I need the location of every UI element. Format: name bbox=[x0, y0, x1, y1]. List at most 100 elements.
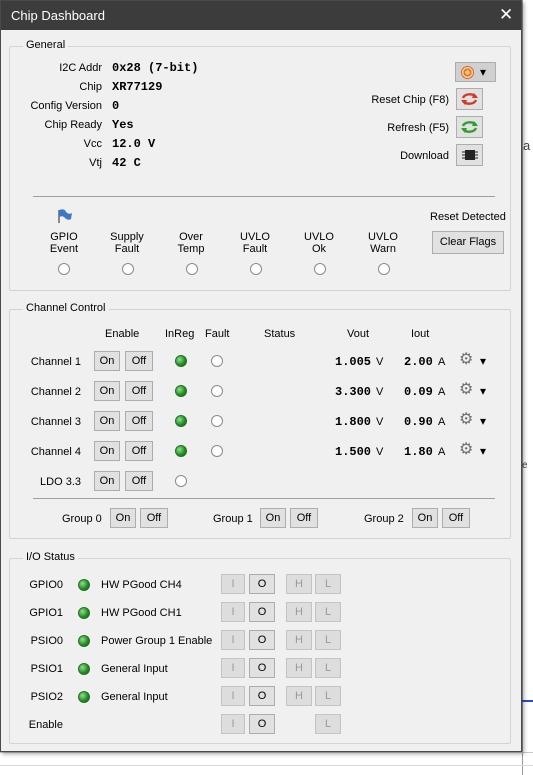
chevron-down-icon[interactable]: ▾ bbox=[480, 444, 486, 458]
group-0-label: Group 0 bbox=[62, 513, 102, 525]
group-1-off-button[interactable]: Off bbox=[290, 508, 318, 528]
chip-download-icon bbox=[462, 150, 478, 160]
io-input-button[interactable]: I bbox=[221, 574, 245, 594]
io-high-button[interactable]: H bbox=[286, 658, 312, 678]
io-input-button[interactable]: I bbox=[221, 686, 245, 706]
io-high-button[interactable]: H bbox=[286, 686, 312, 706]
io-function-label: HW PGood CH1 bbox=[101, 607, 182, 619]
io-input-button[interactable]: I bbox=[221, 714, 245, 734]
chip-label: Chip bbox=[79, 81, 102, 93]
io-input-button[interactable]: I bbox=[221, 658, 245, 678]
io-input-button[interactable]: I bbox=[221, 602, 245, 622]
flag-icon bbox=[58, 209, 72, 223]
general-divider bbox=[33, 196, 495, 197]
channel-3-settings-gear-icon[interactable]: ⚙ bbox=[459, 412, 473, 428]
chevron-down-icon[interactable]: ▾ bbox=[480, 354, 486, 368]
i2c-addr-value: 0x28 (7-bit) bbox=[112, 61, 199, 75]
ldo-on-button[interactable]: On bbox=[94, 471, 120, 491]
io-high-button[interactable]: H bbox=[286, 574, 312, 594]
close-icon[interactable]: ✕ bbox=[499, 5, 513, 25]
channel-2-vout-value: 3.300 bbox=[335, 385, 372, 399]
group-0-on-button[interactable]: On bbox=[110, 508, 136, 528]
io-low-button[interactable]: L bbox=[315, 658, 341, 678]
io-low-button[interactable]: L bbox=[315, 714, 341, 734]
background-text: e bbox=[522, 460, 528, 471]
channel-4-settings-gear-icon[interactable]: ⚙ bbox=[459, 442, 473, 458]
channel-4-vout-unit: V bbox=[376, 446, 384, 458]
vcc-label: Vcc bbox=[83, 138, 102, 150]
channel-3-fault-indicator bbox=[211, 415, 223, 427]
reset-chip-button[interactable] bbox=[456, 88, 483, 110]
background-gridline bbox=[0, 765, 533, 766]
channel-2-label: Channel 2 bbox=[30, 386, 81, 398]
group-1-label: Group 1 bbox=[213, 513, 253, 525]
channel-2-iout-unit: A bbox=[438, 386, 446, 398]
io-output-button[interactable]: O bbox=[249, 658, 275, 678]
chevron-down-icon[interactable]: ▾ bbox=[480, 414, 486, 428]
background-text: a bbox=[523, 138, 531, 153]
flag-uvlo-fault-indicator bbox=[250, 263, 262, 275]
channel-1-on-button[interactable]: On bbox=[94, 351, 120, 371]
channel-3-off-button[interactable]: Off bbox=[125, 411, 153, 431]
io-low-button[interactable]: L bbox=[315, 602, 341, 622]
io-low-button[interactable]: L bbox=[315, 686, 341, 706]
channel-2-settings-gear-icon[interactable]: ⚙ bbox=[459, 382, 473, 398]
io-pin-label: GPIO1 bbox=[29, 607, 63, 619]
channel-2-inreg-led bbox=[175, 385, 187, 397]
io-pin-label: GPIO0 bbox=[29, 579, 63, 591]
channel-1-vout-unit: V bbox=[376, 356, 384, 368]
channel-control-label: Channel Control bbox=[23, 302, 109, 314]
io-output-button[interactable]: O bbox=[249, 630, 275, 650]
download-button[interactable] bbox=[456, 144, 483, 166]
io-high-button[interactable]: H bbox=[286, 630, 312, 650]
channel-4-label: Channel 4 bbox=[30, 446, 81, 458]
channel-1-off-button[interactable]: Off bbox=[125, 351, 153, 371]
channel-3-iout-unit: A bbox=[438, 416, 446, 428]
clear-flags-button[interactable]: Clear Flags bbox=[432, 231, 504, 254]
group-2-on-button[interactable]: On bbox=[412, 508, 438, 528]
ldo-off-button[interactable]: Off bbox=[125, 471, 153, 491]
channel-1-iout-value: 2.00 bbox=[404, 355, 433, 369]
io-low-button[interactable]: L bbox=[315, 574, 341, 594]
refresh-icon bbox=[461, 121, 478, 133]
status-dropdown[interactable]: ▾ bbox=[455, 62, 496, 82]
background-gridline bbox=[0, 752, 533, 753]
background-gridline bbox=[522, 0, 523, 775]
channel-1-fault-indicator bbox=[211, 355, 223, 367]
io-function-label: HW PGood CH4 bbox=[101, 579, 182, 591]
reset-chip-icon bbox=[461, 93, 478, 105]
header-status: Status bbox=[264, 328, 296, 340]
title-bar[interactable]: Chip Dashboard ✕ bbox=[1, 1, 521, 30]
group-2-off-button[interactable]: Off bbox=[442, 508, 470, 528]
channel-1-vout-value: 1.005 bbox=[335, 355, 372, 369]
config-version-value: 0 bbox=[112, 99, 120, 113]
io-pin-label: PSIO2 bbox=[30, 691, 63, 703]
channel-3-label: Channel 3 bbox=[30, 416, 81, 428]
group-1-on-button[interactable]: On bbox=[260, 508, 286, 528]
chip-value: XR77129 bbox=[112, 80, 163, 94]
download-label: Download bbox=[400, 150, 449, 162]
header-iout: Iout bbox=[411, 328, 430, 340]
channel-4-off-button[interactable]: Off bbox=[125, 441, 153, 461]
header-inreg: InReg bbox=[165, 328, 195, 340]
channel-1-settings-gear-icon[interactable]: ⚙ bbox=[459, 352, 473, 368]
channel-4-on-button[interactable]: On bbox=[94, 441, 120, 461]
config-version-label: Config Version bbox=[30, 100, 102, 112]
chevron-down-icon[interactable]: ▾ bbox=[480, 384, 486, 398]
io-high-button[interactable]: H bbox=[286, 602, 312, 622]
io-input-button[interactable]: I bbox=[221, 630, 245, 650]
channel-2-off-button[interactable]: Off bbox=[125, 381, 153, 401]
refresh-button[interactable] bbox=[456, 116, 483, 138]
channel-2-on-button[interactable]: On bbox=[94, 381, 120, 401]
group-0-off-button[interactable]: Off bbox=[140, 508, 168, 528]
header-fault: Fault bbox=[205, 328, 230, 340]
io-output-button[interactable]: O bbox=[249, 574, 275, 594]
header-vout: Vout bbox=[347, 328, 370, 340]
chip-dashboard-window: Chip Dashboard ✕ General I2C Addr 0x28 (… bbox=[0, 0, 522, 752]
io-low-button[interactable]: L bbox=[315, 630, 341, 650]
io-output-button[interactable]: O bbox=[249, 714, 275, 734]
io-output-button[interactable]: O bbox=[249, 602, 275, 622]
io-output-button[interactable]: O bbox=[249, 686, 275, 706]
window-title: Chip Dashboard bbox=[11, 8, 105, 23]
channel-3-on-button[interactable]: On bbox=[94, 411, 120, 431]
